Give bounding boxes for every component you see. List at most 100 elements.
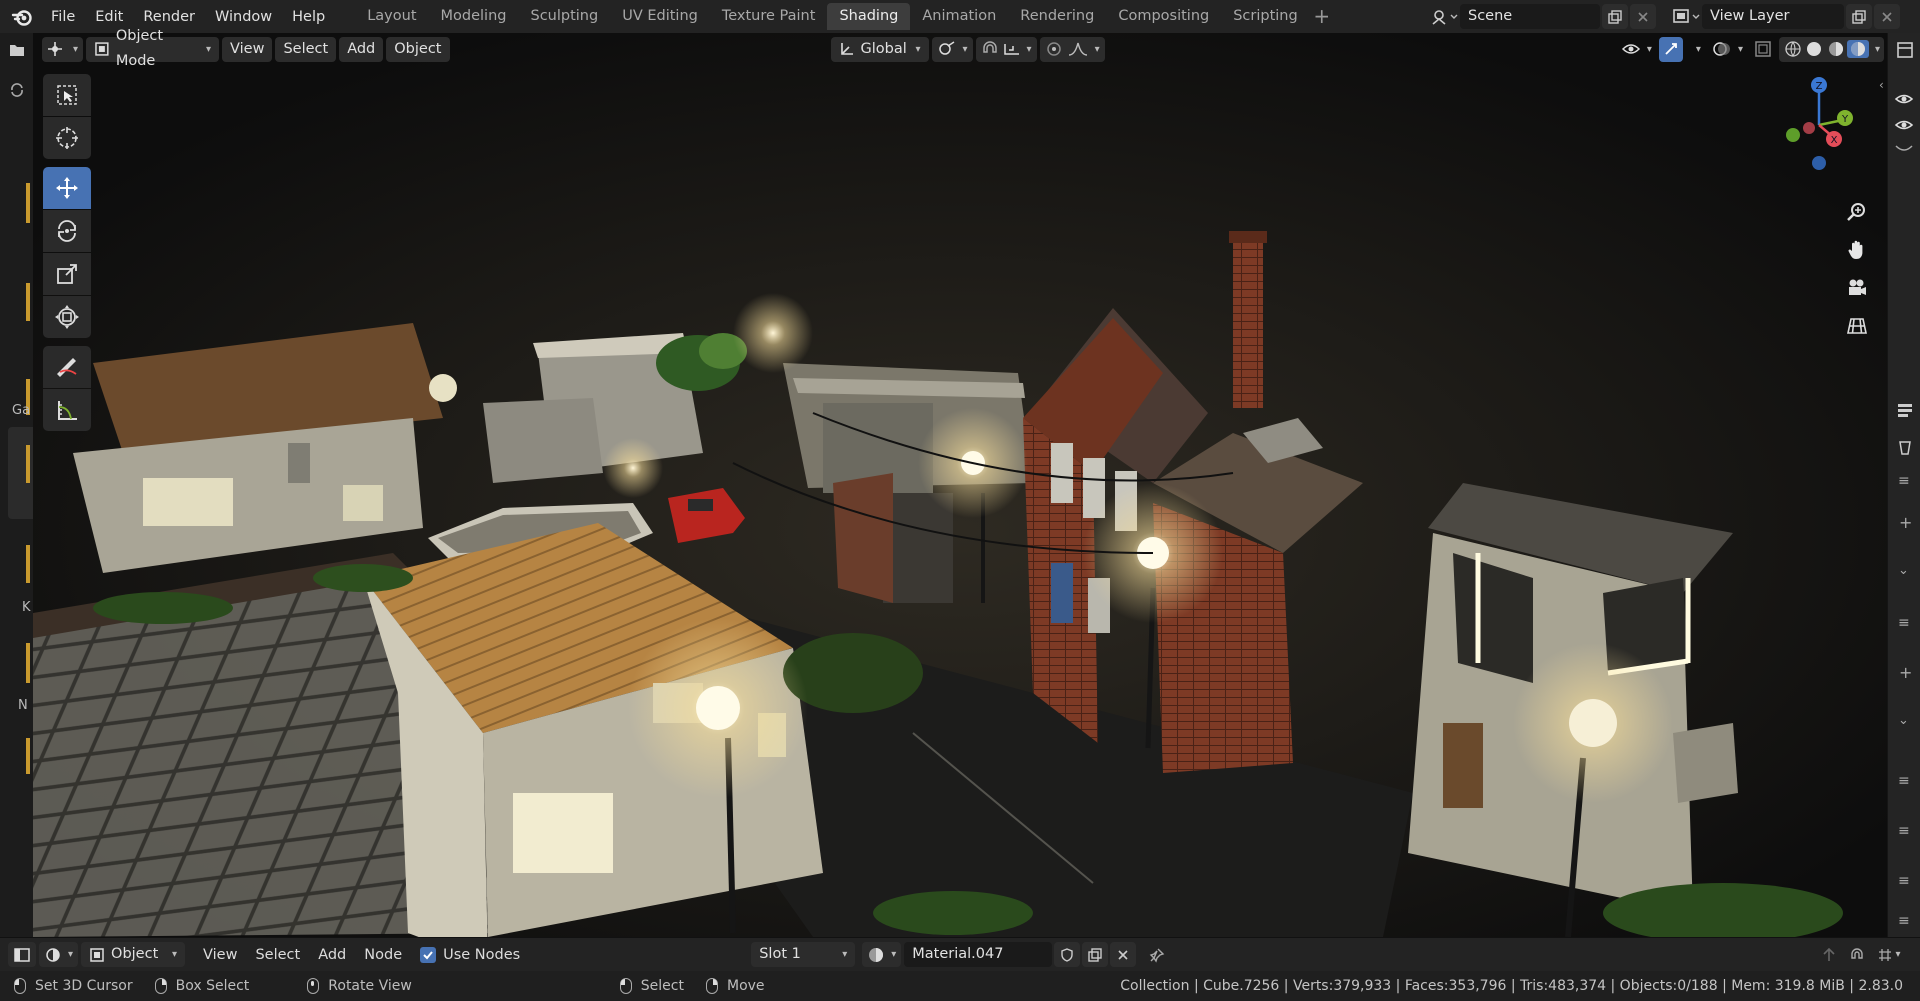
tool-move[interactable] (43, 167, 91, 209)
use-nodes-toggle[interactable]: Use Nodes (411, 946, 529, 963)
menu-add[interactable]: Add (339, 36, 384, 62)
menu-view[interactable]: View (222, 36, 273, 62)
editor-type-button[interactable] (8, 942, 36, 967)
overlays-toggle[interactable]: ▾ (1708, 37, 1747, 62)
3d-viewport[interactable]: Z Y X ‹ (33, 33, 1887, 937)
list-icon[interactable]: ≡ (1898, 823, 1910, 839)
list-icon[interactable]: ≡ (1898, 473, 1910, 489)
tab-rendering[interactable]: Rendering (1008, 3, 1106, 30)
list-icon[interactable]: ≡ (1898, 615, 1910, 631)
menu-window[interactable]: Window (205, 4, 282, 30)
gizmo-neg-z[interactable] (1812, 156, 1826, 170)
viewport-header: ▾ Object Mode ▾ View Select Add Object G… (33, 28, 1887, 69)
tab-layout[interactable]: Layout (355, 3, 428, 30)
delete-scene-button[interactable] (1630, 4, 1656, 29)
outliner-icon[interactable] (1896, 41, 1914, 59)
tool-rotate[interactable] (43, 210, 91, 252)
node-menu-add[interactable]: Add (309, 947, 355, 963)
view-layer-field[interactable]: View Layer (1702, 4, 1844, 29)
chevron-down-icon[interactable]: ⌄ (1898, 563, 1909, 578)
sidebar-expand-icon[interactable]: ‹ (1879, 78, 1884, 92)
add-workspace-button[interactable]: + (1310, 5, 1334, 29)
pivot-point-dropdown[interactable]: ▾ (931, 36, 973, 62)
gizmo-toggle[interactable] (1658, 36, 1683, 62)
view-layer-icon[interactable] (1672, 6, 1702, 28)
menu-help[interactable]: Help (282, 4, 335, 30)
eye-icon[interactable] (1894, 117, 1914, 133)
new-view-layer-button[interactable] (1846, 4, 1872, 29)
node-snap-mode-dropdown[interactable]: ▾ (1872, 942, 1906, 967)
properties-icon[interactable] (1896, 401, 1914, 419)
tool-cursor[interactable] (43, 117, 91, 159)
node-menu-select[interactable]: Select (246, 947, 309, 963)
tool-annotate[interactable] (43, 346, 91, 388)
refresh-icon[interactable] (8, 81, 26, 99)
menu-select[interactable]: Select (275, 36, 337, 62)
unlink-material-button[interactable] (1110, 942, 1137, 967)
proportional-edit-toggle[interactable]: ▾ (1039, 36, 1105, 62)
eye-closed-icon[interactable] (1894, 143, 1914, 155)
menu-file[interactable]: File (41, 4, 85, 30)
folder-icon[interactable] (8, 41, 26, 59)
new-material-button[interactable] (1082, 942, 1109, 967)
material-name-field[interactable]: Material.047 (904, 942, 1053, 967)
list-icon[interactable]: ≡ (1898, 773, 1910, 789)
tool-transform[interactable] (43, 296, 91, 338)
tool-measure[interactable] (43, 389, 91, 431)
xray-toggle[interactable] (1750, 37, 1776, 62)
parent-node-tree-button[interactable] (1816, 942, 1842, 967)
eye-icon[interactable] (1894, 91, 1914, 107)
visibility-dropdown[interactable]: ▾ (1617, 37, 1656, 62)
tab-shading[interactable]: Shading (827, 3, 911, 30)
chevron-down-icon[interactable]: ⌄ (1898, 713, 1909, 728)
rendered-shading-icon[interactable] (1846, 40, 1869, 58)
list-icon[interactable]: ≡ (1898, 913, 1910, 929)
camera-view-button[interactable] (1840, 271, 1874, 305)
snap-toggle[interactable]: ▾ (975, 36, 1037, 62)
node-menu-view[interactable]: View (194, 947, 246, 963)
add-icon[interactable]: + (1899, 513, 1912, 532)
tool-select-box[interactable] (43, 74, 91, 116)
tab-animation[interactable]: Animation (910, 3, 1008, 30)
transform-orientation-dropdown[interactable]: Global ▾ (830, 36, 929, 62)
new-scene-button[interactable] (1602, 4, 1628, 29)
material-slot-dropdown[interactable]: Slot 1 ▾ (751, 942, 856, 967)
shader-type-dropdown[interactable]: ▾ (39, 942, 79, 967)
arrow-up-icon (1823, 947, 1835, 961)
editor-type-button[interactable]: ▾ (42, 36, 84, 62)
pin-button[interactable] (1144, 942, 1170, 967)
delete-view-layer-button[interactable] (1874, 4, 1900, 29)
scene-icon[interactable] (1430, 6, 1460, 28)
gizmo-neg-y[interactable] (1786, 128, 1800, 142)
add-icon[interactable]: + (1899, 663, 1912, 682)
zoom-button[interactable] (1840, 195, 1874, 229)
scene-name-field[interactable]: Scene (1460, 4, 1600, 29)
fake-user-button[interactable] (1054, 942, 1081, 967)
list-icon[interactable]: ≡ (1898, 873, 1910, 889)
pan-button[interactable] (1840, 233, 1874, 267)
tab-modeling[interactable]: Modeling (429, 3, 519, 30)
gizmo-neg-x[interactable] (1803, 122, 1815, 134)
solid-shading-icon[interactable] (1803, 40, 1825, 58)
node-snap-toggle[interactable] (1844, 942, 1870, 967)
wireframe-shading-icon[interactable] (1783, 40, 1803, 58)
node-menu-node[interactable]: Node (355, 947, 411, 963)
navigation-gizmo[interactable]: Z Y X (1773, 75, 1863, 175)
tool-scale[interactable] (43, 253, 91, 295)
tab-compositing[interactable]: Compositing (1106, 3, 1221, 30)
material-node-icon[interactable] (1896, 438, 1914, 456)
blender-logo-icon[interactable] (11, 6, 33, 28)
gizmo-z-label: Z (1816, 81, 1823, 92)
object-type-dropdown[interactable]: Object ▾ (81, 942, 186, 967)
menu-object[interactable]: Object (386, 36, 450, 62)
gizmo-dropdown[interactable]: ▾ (1686, 37, 1705, 62)
perspective-toggle-button[interactable] (1840, 309, 1874, 343)
tab-sculpting[interactable]: Sculpting (518, 3, 610, 30)
tab-texture-paint[interactable]: Texture Paint (710, 3, 828, 30)
browse-material-button[interactable]: ▾ (862, 942, 902, 967)
proportional-edit-icon (1046, 42, 1061, 56)
material-preview-icon[interactable] (1825, 40, 1847, 58)
mode-dropdown[interactable]: Object Mode ▾ (86, 28, 220, 69)
tab-uv-editing[interactable]: UV Editing (610, 3, 710, 30)
tab-scripting[interactable]: Scripting (1221, 3, 1309, 30)
